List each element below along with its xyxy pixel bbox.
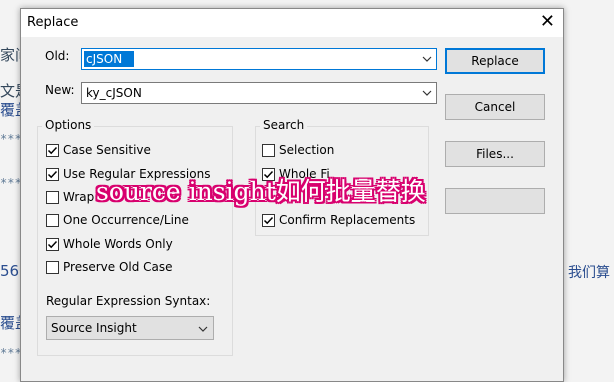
new-label: New: [45, 83, 75, 97]
overlay-caption: source insight如何批量替换 [96, 177, 426, 206]
old-value: cJSON [86, 52, 123, 66]
close-icon[interactable]: ✕ [540, 12, 555, 32]
chevron-down-icon[interactable] [422, 88, 432, 98]
options-group: Options Case Sensitive Use Regular Expre… [37, 118, 233, 356]
new-input[interactable]: ky_cJSON [81, 82, 437, 104]
options-button[interactable] [445, 188, 545, 214]
check-icon [263, 216, 274, 225]
check-icon [47, 146, 58, 155]
search-group-title: Search [260, 118, 308, 132]
chevron-down-icon [198, 326, 208, 332]
regex-syntax-value: Source Insight [51, 321, 137, 335]
old-label: Old: [45, 49, 70, 63]
new-value: ky_cJSON [86, 86, 142, 100]
dialog-title: Replace [27, 15, 79, 30]
cancel-button[interactable]: Cancel [445, 94, 545, 120]
chevron-down-icon[interactable] [422, 54, 432, 64]
regex-syntax-label: Regular Expression Syntax: [46, 294, 211, 308]
old-input[interactable]: cJSON [81, 48, 437, 70]
options-group-title: Options [42, 118, 95, 132]
title-bar[interactable]: Replace ✕ [21, 9, 563, 37]
files-button[interactable]: Files... [445, 141, 545, 167]
regex-syntax-select[interactable]: Source Insight [46, 316, 214, 340]
check-icon [47, 170, 58, 179]
check-icon [47, 240, 58, 249]
replace-button[interactable]: Replace [445, 48, 545, 74]
background-text: 我们算 [568, 265, 610, 281]
